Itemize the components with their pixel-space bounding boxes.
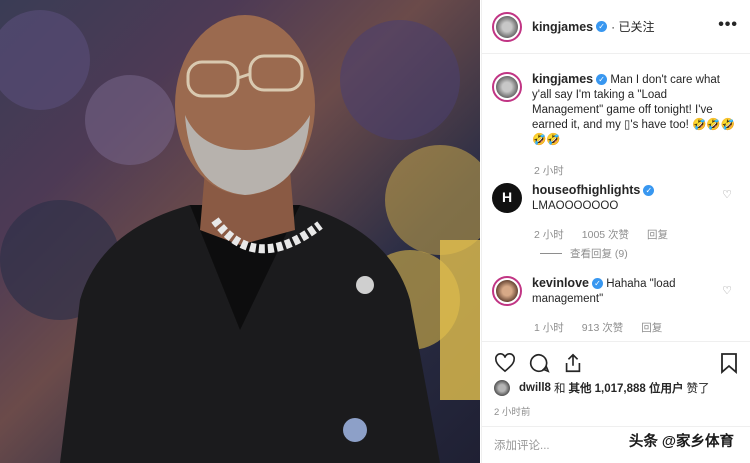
comment-item: kevinlove ✓ Hahaha "load management" xyxy=(492,276,740,307)
heart-icon[interactable]: ♡ xyxy=(722,188,732,201)
comment-body: kevinlove ✓ Hahaha "load management" xyxy=(532,276,740,307)
comment-time: 1 小时 xyxy=(534,322,564,334)
likes-suffix: 赞了 xyxy=(686,383,710,395)
heart-icon[interactable]: ♡ xyxy=(722,284,732,297)
comment-meta: 1 小时 913 次赞 回复 xyxy=(534,320,680,335)
reply-button[interactable]: 回复 xyxy=(647,229,668,241)
caption-time: 2 小时 xyxy=(534,165,564,177)
follow-status[interactable]: · 已关注 xyxy=(611,20,654,34)
post-time: 2 小时前 xyxy=(494,407,531,418)
comment-meta: 2 小时 1005 次赞 回复 xyxy=(534,227,686,242)
add-comment-placeholder: 添加评论... xyxy=(494,440,550,452)
avatar[interactable]: H xyxy=(492,183,522,213)
bookmark-icon[interactable] xyxy=(720,352,738,374)
view-replies[interactable]: 查看回复 (9) xyxy=(540,246,628,261)
share-icon[interactable] xyxy=(562,352,584,374)
comment-body: houseofhighlights ✓ LMAOOOOOOO xyxy=(532,183,740,214)
avatar[interactable] xyxy=(494,380,510,396)
avatar[interactable] xyxy=(492,72,522,102)
likes-connector: 和 xyxy=(553,383,566,395)
watermark: 头条 @家乡体育 xyxy=(624,428,738,453)
verified-icon: ✓ xyxy=(596,74,608,86)
caption-entry: kingjames ✓ Man I don't care what y'all s… xyxy=(492,72,740,148)
post-photo[interactable] xyxy=(0,0,480,463)
comment-username[interactable]: houseofhighlights xyxy=(532,183,640,197)
comment-time: 2 小时 xyxy=(534,229,564,241)
verified-icon: ✓ xyxy=(591,278,603,290)
caption-text-wrap: kingjames ✓ Man I don't care what y'all s… xyxy=(532,72,740,148)
heart-icon[interactable] xyxy=(494,352,516,373)
comment-text: LMAOOOOOOO xyxy=(532,200,619,212)
verified-icon: ✓ xyxy=(596,20,608,32)
post-actions xyxy=(482,341,750,383)
comment-username[interactable]: kevinlove xyxy=(532,276,589,290)
comment-likes[interactable]: 1005 次赞 xyxy=(582,229,629,241)
avatar[interactable] xyxy=(492,276,522,306)
more-icon[interactable]: ••• xyxy=(718,16,738,34)
likes-line: dwill8 和 其他 1,017,888 位用户 赞了 xyxy=(494,380,710,396)
post-header: kingjames ✓ · 已关注 ••• xyxy=(482,0,750,54)
post-image xyxy=(0,10,480,463)
view-replies-label: 查看回复 (9) xyxy=(570,248,628,260)
comment-likes[interactable]: 913 次赞 xyxy=(582,322,623,334)
header-username[interactable]: kingjames xyxy=(532,20,593,34)
reply-button[interactable]: 回复 xyxy=(641,322,662,334)
comment-icon[interactable] xyxy=(528,352,550,374)
likes-others[interactable]: 其他 1,017,888 位用户 xyxy=(568,380,683,396)
avatar[interactable] xyxy=(492,11,522,42)
header-username-wrap: kingjames ✓ · 已关注 xyxy=(532,18,654,36)
likes-first-user[interactable]: dwill8 xyxy=(519,382,551,394)
divider xyxy=(540,253,562,254)
post-details-panel: kingjames ✓ · 已关注 ••• kingjames ✓ Man I don… xyxy=(481,0,750,463)
caption-username[interactable]: kingjames xyxy=(532,72,593,86)
comment-item: H houseofhighlights ✓ LMAOOOOOOO xyxy=(492,183,740,214)
verified-icon: ✓ xyxy=(643,185,655,197)
